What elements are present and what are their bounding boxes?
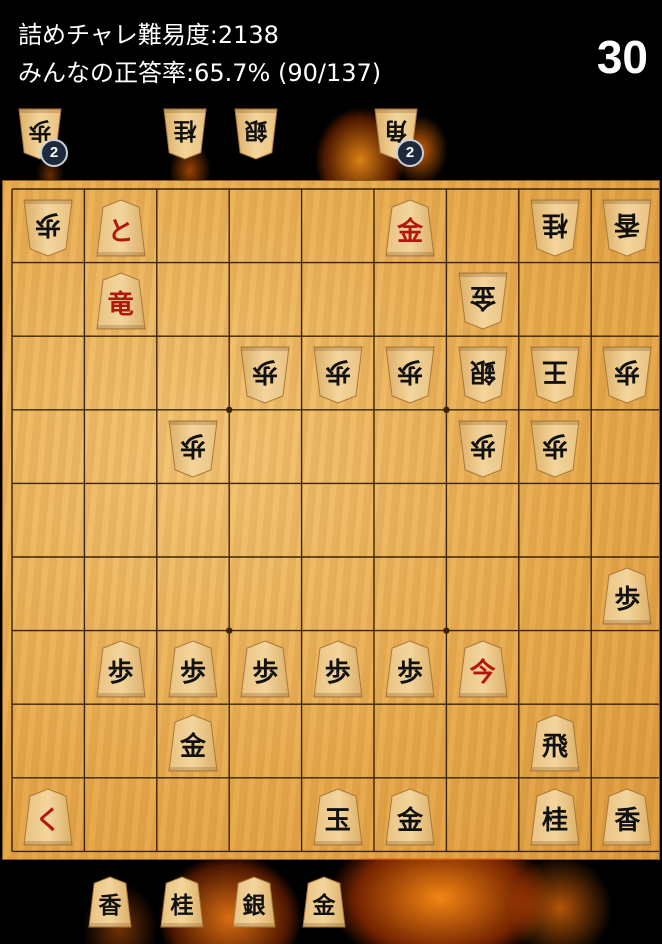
piece-pawn-gote[interactable]: 歩 [385,346,435,404]
shogi-board[interactable]: 歩 と 金 桂 香 竜 金 歩 歩 歩 銀 王 歩 歩 歩 歩 歩 歩 歩 歩 … [2,180,660,860]
piece-label: 歩 [469,429,496,460]
piece-dragon-sente[interactable]: 竜 [96,272,146,330]
player-hand-silver[interactable]: 銀 [232,876,276,928]
header-bar: 詰めチャレ難易度:2138 みんなの正答率:65.7% (90/137) 30 [0,0,662,100]
hand-piece-label: 香 [98,892,122,919]
piece-pawn-sente[interactable]: 歩 [168,640,218,698]
piece-label: 桂 [541,805,568,836]
flame-decoration-top [0,90,662,182]
piece-promoted-lance-sente[interactable]: く [23,788,73,846]
piece-label: 金 [397,216,424,247]
piece-pawn-gote[interactable]: 歩 [530,420,580,478]
piece-pawn-gote[interactable]: 歩 [313,346,363,404]
piece-label: 飛 [541,732,568,762]
star-point [443,627,450,634]
piece-label: 歩 [180,429,207,460]
piece-label: 今 [469,658,496,689]
piece-label: と [107,216,134,247]
piece-pawn-gote[interactable]: 歩 [23,199,73,257]
piece-label: 竜 [107,290,134,321]
piece-label: く [35,805,62,836]
piece-promoted-silver-sente[interactable]: 今 [458,640,508,698]
piece-label: 歩 [614,356,641,386]
piece-rook-sente[interactable]: 飛 [530,714,580,772]
hand-count-badge: 2 [40,139,68,167]
hand-count-badge: 2 [396,139,424,167]
piece-knight-sente[interactable]: 桂 [530,788,580,846]
player-hand-lance[interactable]: 香 [88,876,132,928]
opponent-hand-silver[interactable]: 銀 [234,108,278,160]
piece-knight-gote[interactable]: 桂 [530,199,580,257]
piece-tokin-sente[interactable]: と [96,199,146,257]
player-hand-gold[interactable]: 金 [302,876,346,928]
piece-pawn-sente[interactable]: 歩 [602,567,652,625]
piece-label: 金 [397,805,424,836]
piece-label: 歩 [324,356,351,386]
hand-piece-label: 金 [312,892,336,919]
hand-piece-label: 銀 [244,117,268,144]
piece-label: 歩 [252,658,279,689]
piece-label: 歩 [35,208,62,239]
piece-label: 香 [614,805,641,836]
piece-label: 歩 [397,356,424,386]
piece-label: 歩 [324,658,351,689]
hand-piece-label: 桂 [173,117,197,144]
difficulty-label: 詰めチャレ難易度:2138 [18,21,279,49]
piece-gold-sente[interactable]: 金 [168,714,218,772]
opponent-hand-knight[interactable]: 桂 [163,108,207,160]
move-counter: 30 [596,31,648,83]
piece-gold-sente[interactable]: 金 [385,199,435,257]
star-point [443,406,450,413]
piece-label: 桂 [542,208,569,239]
hand-piece-label: 銀 [242,892,266,919]
piece-label: 玉 [324,805,351,836]
piece-lance-gote[interactable]: 香 [602,199,652,257]
piece-silver-gote[interactable]: 銀 [458,346,508,404]
star-point [226,627,233,634]
piece-pawn-gote[interactable]: 歩 [240,346,290,404]
star-point [226,406,233,413]
piece-pawn-sente[interactable]: 歩 [240,640,290,698]
piece-label: 歩 [614,584,641,615]
hand-piece-label: 桂 [170,892,194,919]
piece-king-gote[interactable]: 王 [530,346,580,404]
piece-gold-gote[interactable]: 金 [458,272,508,330]
piece-label: 歩 [252,356,279,386]
piece-label: 銀 [469,356,496,386]
piece-pawn-sente[interactable]: 歩 [313,640,363,698]
correct-rate-label: みんなの正答率:65.7% (90/137) [18,59,382,87]
piece-label: 金 [469,282,496,313]
piece-pawn-gote[interactable]: 歩 [602,346,652,404]
piece-label: 王 [542,356,569,386]
piece-label: 金 [179,732,206,762]
piece-label: 歩 [397,658,424,689]
piece-label: 歩 [179,658,206,689]
piece-king-sente[interactable]: 玉 [313,788,363,846]
piece-pawn-gote[interactable]: 歩 [168,420,218,478]
piece-pawn-sente[interactable]: 歩 [96,640,146,698]
player-hand-knight[interactable]: 桂 [160,876,204,928]
piece-pawn-sente[interactable]: 歩 [385,640,435,698]
piece-gold-sente[interactable]: 金 [385,788,435,846]
piece-lance-sente[interactable]: 香 [602,788,652,846]
piece-label: 歩 [107,658,134,689]
piece-label: 香 [614,208,641,239]
piece-pawn-gote[interactable]: 歩 [458,420,508,478]
piece-label: 歩 [542,429,569,460]
